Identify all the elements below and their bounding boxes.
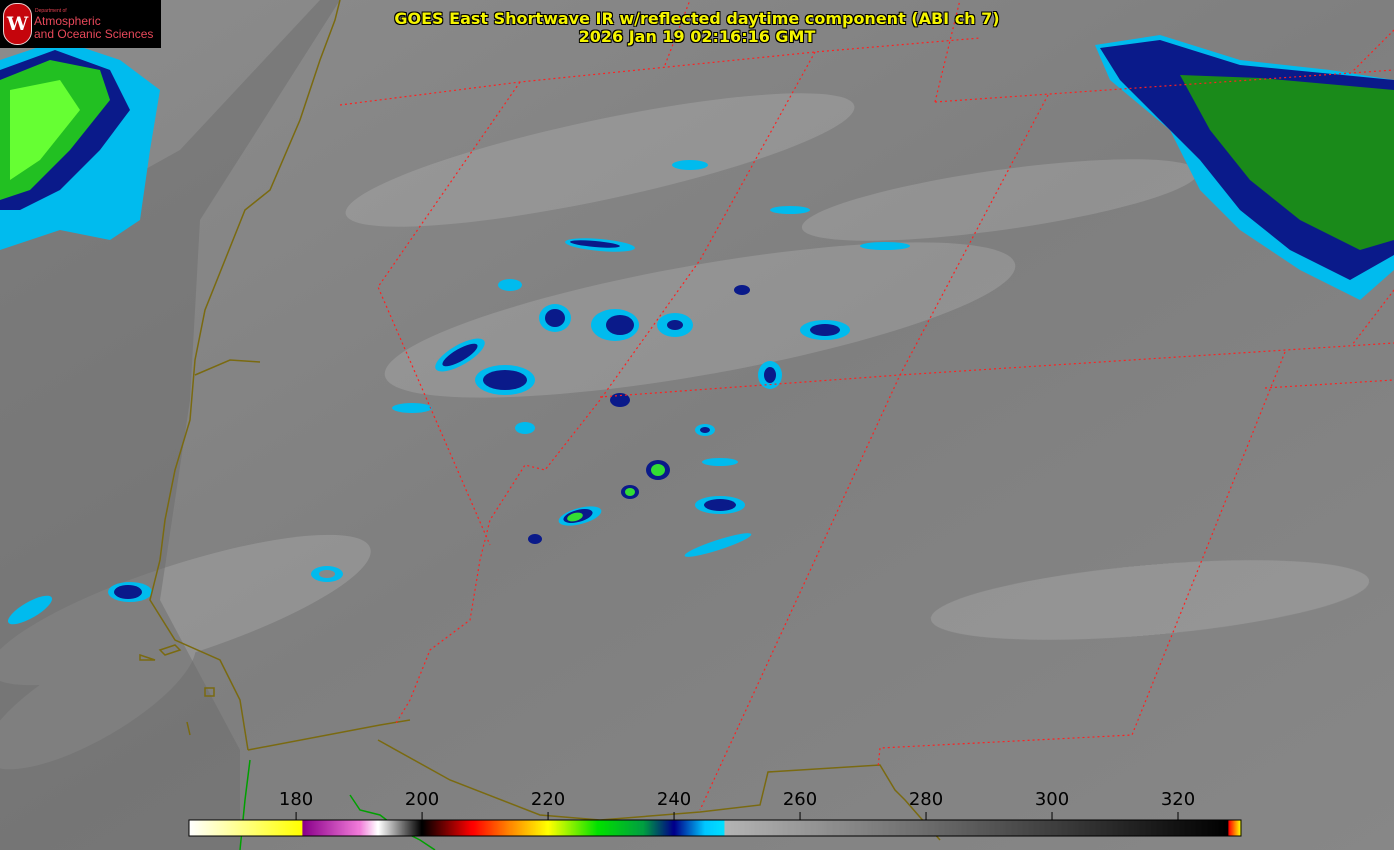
colorbar-tick-label: 240 (656, 789, 692, 810)
colorbar-tick-label: 260 (782, 789, 818, 810)
colorbar-tick-label: 320 (1160, 789, 1196, 810)
colorbar-tick-label: 180 (278, 789, 314, 810)
image-title: GOES East Shortwave IR w/reflected dayti… (394, 9, 1000, 28)
satellite-image (0, 0, 1394, 850)
image-timestamp: 2026 Jan 19 02:16:16 GMT (578, 27, 816, 46)
colorbar-tick-label: 280 (908, 789, 944, 810)
colorbar-tick-label: 220 (530, 789, 566, 810)
colorbar-tick-label: 300 (1034, 789, 1070, 810)
colorbar-tick-label: 200 (404, 789, 440, 810)
colorbar-fill (189, 820, 1242, 836)
